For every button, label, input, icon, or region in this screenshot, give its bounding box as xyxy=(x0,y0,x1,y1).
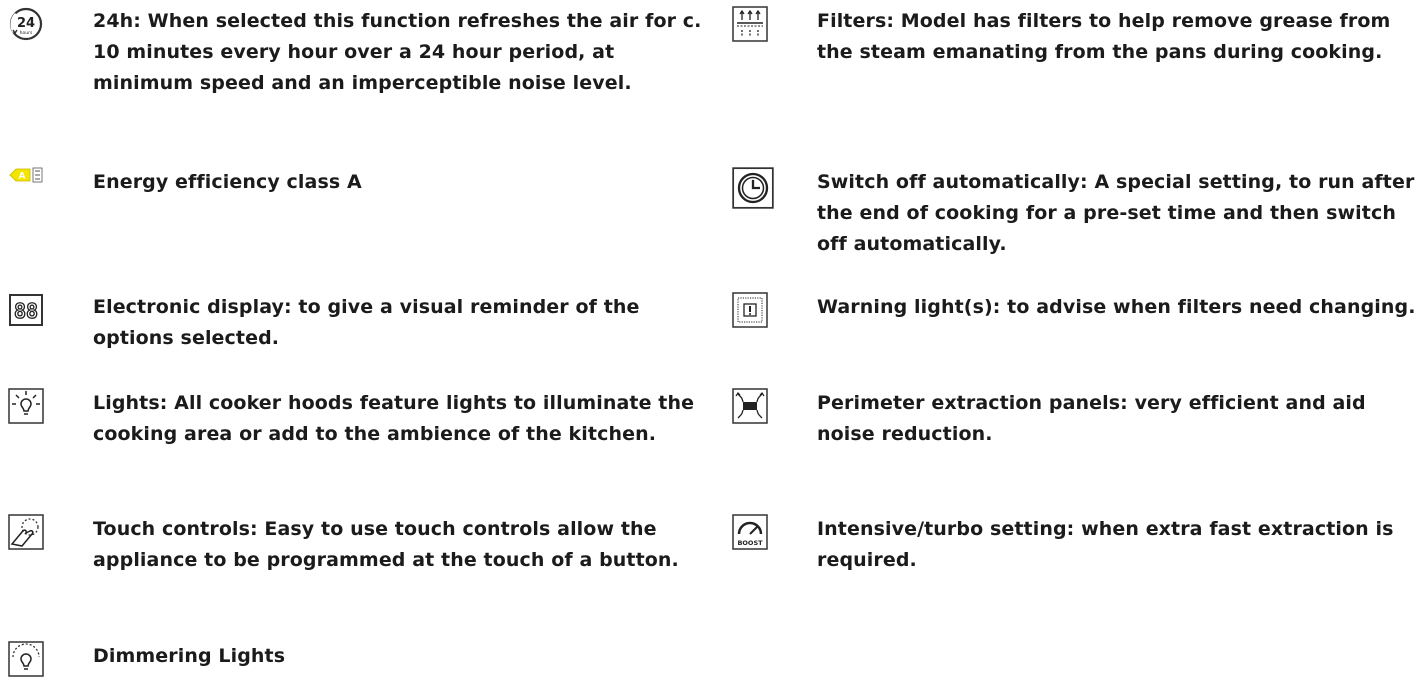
feature-lights: Lights: All cooker hoods feature lights … xyxy=(8,388,728,488)
feature-text: Intensive/turbo setting: when extra fast… xyxy=(817,518,1394,571)
feature-filters: Filters: Model has filters to help remov… xyxy=(732,6,1412,106)
lights-icon xyxy=(8,388,44,424)
feature-text: Touch controls: Easy to use touch contro… xyxy=(93,518,679,571)
feature-text: Switch off automatically: A special sett… xyxy=(817,171,1415,255)
display-digits: 88 xyxy=(14,299,38,323)
auto-switch-off-icon xyxy=(732,167,774,209)
feature-text: Dimmering Lights xyxy=(93,645,286,667)
electronic-display-icon: 88 xyxy=(8,292,44,328)
dimmering-lights-icon xyxy=(8,641,44,677)
24-hours-icon: 24 hours xyxy=(8,6,44,42)
feature-auto-switch-off: Switch off automatically: A special sett… xyxy=(732,167,1415,267)
feature-electronic-display: 88 Electronic display: to give a visual … xyxy=(8,292,728,362)
filters-icon xyxy=(732,6,768,42)
feature-text: Warning light(s): to advise when filters… xyxy=(817,296,1415,318)
feature-text: Perimeter extraction panels: very effici… xyxy=(817,392,1366,445)
24-hours-number: 24 xyxy=(17,16,35,31)
feature-touch-controls: Touch controls: Easy to use touch contro… xyxy=(8,514,728,614)
boost-icon: BOOST xyxy=(732,514,768,550)
feature-text: Energy efficiency class A xyxy=(93,171,362,193)
feature-text: 24h: When selected this function refresh… xyxy=(93,10,702,94)
feature-text: Filters: Model has filters to help remov… xyxy=(817,10,1391,63)
boost-label: BOOST xyxy=(737,539,763,547)
touch-controls-icon xyxy=(8,514,44,550)
feature-text: Lights: All cooker hoods feature lights … xyxy=(93,392,695,445)
feature-text: Electronic display: to give a visual rem… xyxy=(93,296,640,349)
feature-energy-class: A Energy efficiency class A xyxy=(8,167,728,207)
24-hours-word: hours xyxy=(20,30,33,36)
feature-legend-page: { "features_left": [ {"icon": "24-hours-… xyxy=(0,0,1415,693)
feature-warning-light: Warning light(s): to advise when filters… xyxy=(732,292,1415,362)
energy-class-letter: A xyxy=(19,172,26,182)
energy-class-a-icon: A xyxy=(8,167,44,203)
feature-24h: 24 hours 24h: When selected this functio… xyxy=(8,6,728,136)
feature-perimeter-extraction: Perimeter extraction panels: very effici… xyxy=(732,388,1412,458)
feature-boost: BOOST Intensive/turbo setting: when extr… xyxy=(732,514,1412,584)
perimeter-extraction-icon xyxy=(732,388,768,424)
warning-light-icon xyxy=(732,292,768,328)
feature-dimmering-lights: Dimmering Lights xyxy=(8,641,728,681)
